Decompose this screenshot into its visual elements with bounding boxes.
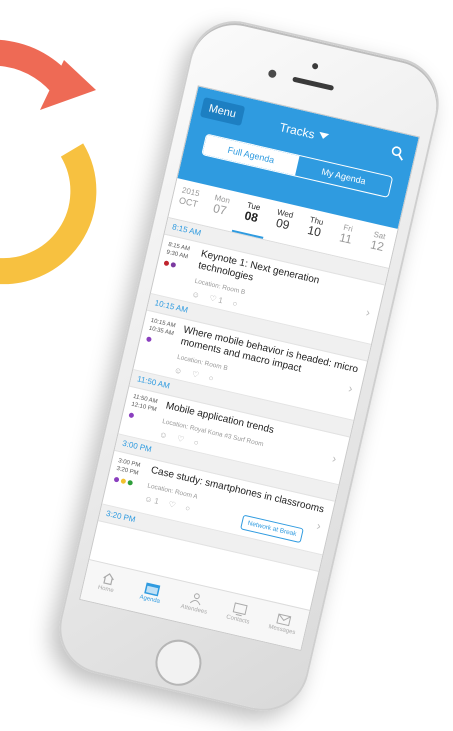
- app-screen: Menu Tracks Full Agenda My Agenda 2015 O…: [79, 85, 420, 652]
- comment-icon[interactable]: ○: [193, 438, 200, 448]
- my-agenda-tab[interactable]: My Agenda: [295, 156, 392, 197]
- comment-icon[interactable]: ○: [208, 373, 215, 383]
- like-button[interactable]: ♡ 1: [208, 293, 223, 305]
- track-dot: [127, 479, 134, 486]
- heart-icon[interactable]: ♡: [168, 500, 177, 510]
- home-button[interactable]: [150, 635, 207, 691]
- full-agenda-tab[interactable]: Full Agenda: [202, 134, 300, 176]
- track-dot: [128, 412, 135, 419]
- track-dot: [113, 476, 120, 483]
- refresh-arc-decoration: [0, 40, 97, 285]
- person-icon[interactable]: ☺: [158, 430, 168, 441]
- bottom-tab-bar: Home Agenda Attendees Contacts Messages: [80, 559, 310, 650]
- front-camera: [267, 68, 278, 79]
- heart-icon[interactable]: ♡: [191, 369, 200, 379]
- like-count: 1: [217, 295, 224, 306]
- person-icon[interactable]: ☺: [173, 365, 183, 376]
- heart-icon: ♡: [208, 293, 218, 304]
- person-count: 1: [153, 496, 160, 507]
- header-title: Tracks: [278, 119, 317, 142]
- comment-icon[interactable]: ○: [231, 299, 238, 309]
- track-dot: [145, 336, 152, 343]
- caret-down-icon: [317, 131, 330, 140]
- track-dot: [120, 478, 127, 485]
- tab-messages[interactable]: Messages: [256, 601, 309, 650]
- track-dot: [170, 261, 177, 268]
- comment-icon[interactable]: ○: [184, 503, 191, 513]
- track-dot: [163, 260, 170, 267]
- attendees-button[interactable]: ☺ 1: [144, 494, 160, 506]
- heart-icon[interactable]: ♡: [176, 434, 185, 444]
- earpiece-speaker: [292, 76, 335, 91]
- front-sensor: [311, 62, 319, 70]
- person-icon: ☺: [143, 494, 154, 505]
- person-icon[interactable]: ☺: [191, 289, 201, 300]
